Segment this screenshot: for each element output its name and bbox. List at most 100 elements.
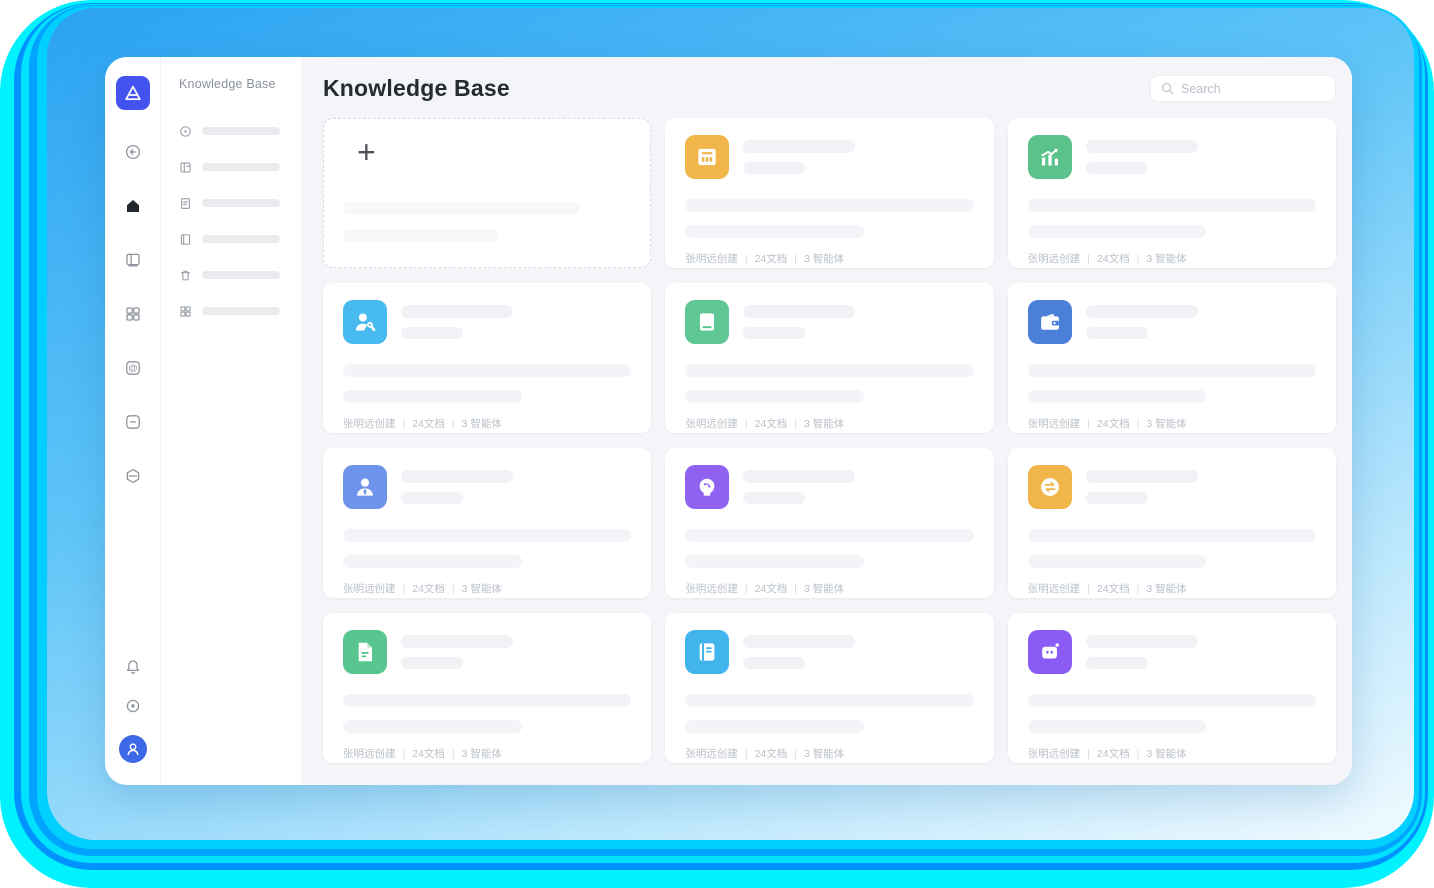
search-input[interactable] (1181, 82, 1325, 96)
file-text-icon (343, 630, 387, 674)
skeleton-bar (1028, 720, 1207, 733)
skeleton-bar (743, 635, 855, 648)
frame-icon (124, 413, 142, 431)
skeleton-bar (743, 140, 855, 153)
sidebar-item[interactable] (179, 221, 287, 257)
secondary-sidebar: Knowledge Base (161, 57, 301, 785)
skeleton-bar (743, 162, 805, 174)
skeleton-bar (1028, 225, 1207, 238)
kb-card[interactable]: 张明远创建|24文档|3 智能体 (323, 613, 651, 763)
card-meta: 张明远创建|24文档|3 智能体 (343, 416, 631, 431)
skeleton-bar (1086, 470, 1198, 483)
rail-nav-frames[interactable] (123, 412, 143, 432)
sidebar-item[interactable] (179, 185, 287, 221)
skeleton-bar (343, 694, 631, 707)
skeleton-bar (1028, 199, 1316, 212)
sidebar-item[interactable] (179, 113, 287, 149)
frame-ring-1: @ Knowledge Base Knowledge Base (0, 0, 1434, 888)
rail-nav-apps[interactable] (123, 304, 143, 324)
rail-nav-home[interactable] (123, 196, 143, 216)
wallet-icon (1028, 300, 1072, 344)
book-icon (179, 233, 192, 246)
at-icon: @ (124, 359, 142, 377)
frame-ring-4: @ Knowledge Base Knowledge Base (29, 5, 1422, 856)
skeleton-bar (685, 390, 864, 403)
sidebar-item[interactable] (179, 293, 287, 329)
skeleton-bar (1028, 555, 1207, 568)
transfer-icon (1028, 465, 1072, 509)
skeleton-bar (1086, 327, 1148, 339)
skeleton-bar (685, 199, 973, 212)
book-icon (685, 300, 729, 344)
settings-button[interactable] (123, 696, 143, 716)
notebook-icon (685, 630, 729, 674)
card-meta: 张明远创建|24文档|3 智能体 (685, 581, 973, 596)
skeleton-bar (743, 492, 805, 504)
skeleton-bar (685, 364, 973, 377)
skeleton-bar (343, 529, 631, 542)
kb-card[interactable]: 张明远创建|24文档|3 智能体 (1008, 613, 1336, 763)
skeleton-bar (343, 390, 522, 403)
kb-card[interactable]: 张明远创建|24文档|3 智能体 (665, 448, 993, 598)
skeleton-bar (343, 202, 579, 215)
doc-icon (179, 197, 192, 210)
skeleton-bar (685, 720, 864, 733)
compass-icon (124, 143, 142, 161)
skeleton-bar (1028, 390, 1207, 403)
skeleton-bar (202, 199, 280, 207)
plus-icon: + (357, 137, 376, 167)
skeleton-bar (685, 694, 973, 707)
kb-card[interactable]: 张明远创建|24文档|3 智能体 (665, 613, 993, 763)
rail-nav-library[interactable] (123, 250, 143, 270)
hexagon-icon (124, 467, 142, 485)
profile-avatar[interactable] (119, 735, 147, 763)
card-meta: 张明远创建|24文档|3 智能体 (685, 416, 973, 431)
kb-card[interactable]: 张明远创建|24文档|3 智能体 (323, 448, 651, 598)
card-meta: 张明远创建|24文档|3 智能体 (1028, 581, 1316, 596)
skeleton-bar (743, 470, 855, 483)
rail-nav-mentions[interactable]: @ (123, 358, 143, 378)
card-grid: + 张明远创建|24文档|3 智能体 张明远创建|24文档|3 智能体 (323, 118, 1336, 763)
kb-card[interactable]: 张明远创建|24文档|3 智能体 (665, 118, 993, 268)
skeleton-bar (343, 229, 499, 242)
kb-card[interactable]: 张明远创建|24文档|3 智能体 (1008, 283, 1336, 433)
rail-nav-explore[interactable] (123, 142, 143, 162)
search-box[interactable] (1150, 75, 1336, 102)
skeleton-bar (202, 235, 280, 243)
app-logo[interactable] (116, 76, 150, 110)
skeleton-bar (1086, 635, 1198, 648)
kb-card[interactable]: 张明远创建|24文档|3 智能体 (323, 283, 651, 433)
reader-icon (124, 251, 142, 269)
notifications-button[interactable] (123, 657, 143, 677)
skeleton-bar (1028, 364, 1316, 377)
kb-card[interactable]: 张明远创建|24文档|3 智能体 (1008, 448, 1336, 598)
skeleton-bar (1086, 140, 1198, 153)
skeleton-bar (743, 305, 855, 318)
sidebar-item[interactable] (179, 257, 287, 293)
skeleton-bar (1028, 529, 1316, 542)
sidebar-list (179, 113, 287, 329)
chat-bot-icon (1028, 630, 1072, 674)
user-wrench-icon (343, 300, 387, 344)
page-title: Knowledge Base (323, 75, 510, 102)
skeleton-bar (202, 163, 280, 171)
bell-icon (124, 658, 142, 676)
sidebar-item[interactable] (179, 149, 287, 185)
skeleton-bar (401, 327, 463, 339)
skeleton-bar (401, 492, 463, 504)
main-content: Knowledge Base + 张明远创建|24文档|3 智能体 (301, 57, 1352, 785)
card-meta: 张明远创建|24文档|3 智能体 (343, 746, 631, 761)
gear-icon (124, 697, 142, 715)
svg-text:@: @ (128, 363, 138, 374)
main-header: Knowledge Base (323, 75, 1336, 102)
skeleton-bar (401, 635, 513, 648)
kb-card[interactable]: 张明远创建|24文档|3 智能体 (1008, 118, 1336, 268)
create-card[interactable]: + (323, 118, 651, 268)
window-bezel: @ Knowledge Base Knowledge Base (47, 8, 1414, 840)
skeleton-bar (743, 657, 805, 669)
rail-nav-packages[interactable] (123, 466, 143, 486)
home-icon (124, 197, 142, 215)
skeleton-bar (401, 305, 513, 318)
icon-rail: @ (105, 57, 161, 785)
kb-card[interactable]: 张明远创建|24文档|3 智能体 (665, 283, 993, 433)
